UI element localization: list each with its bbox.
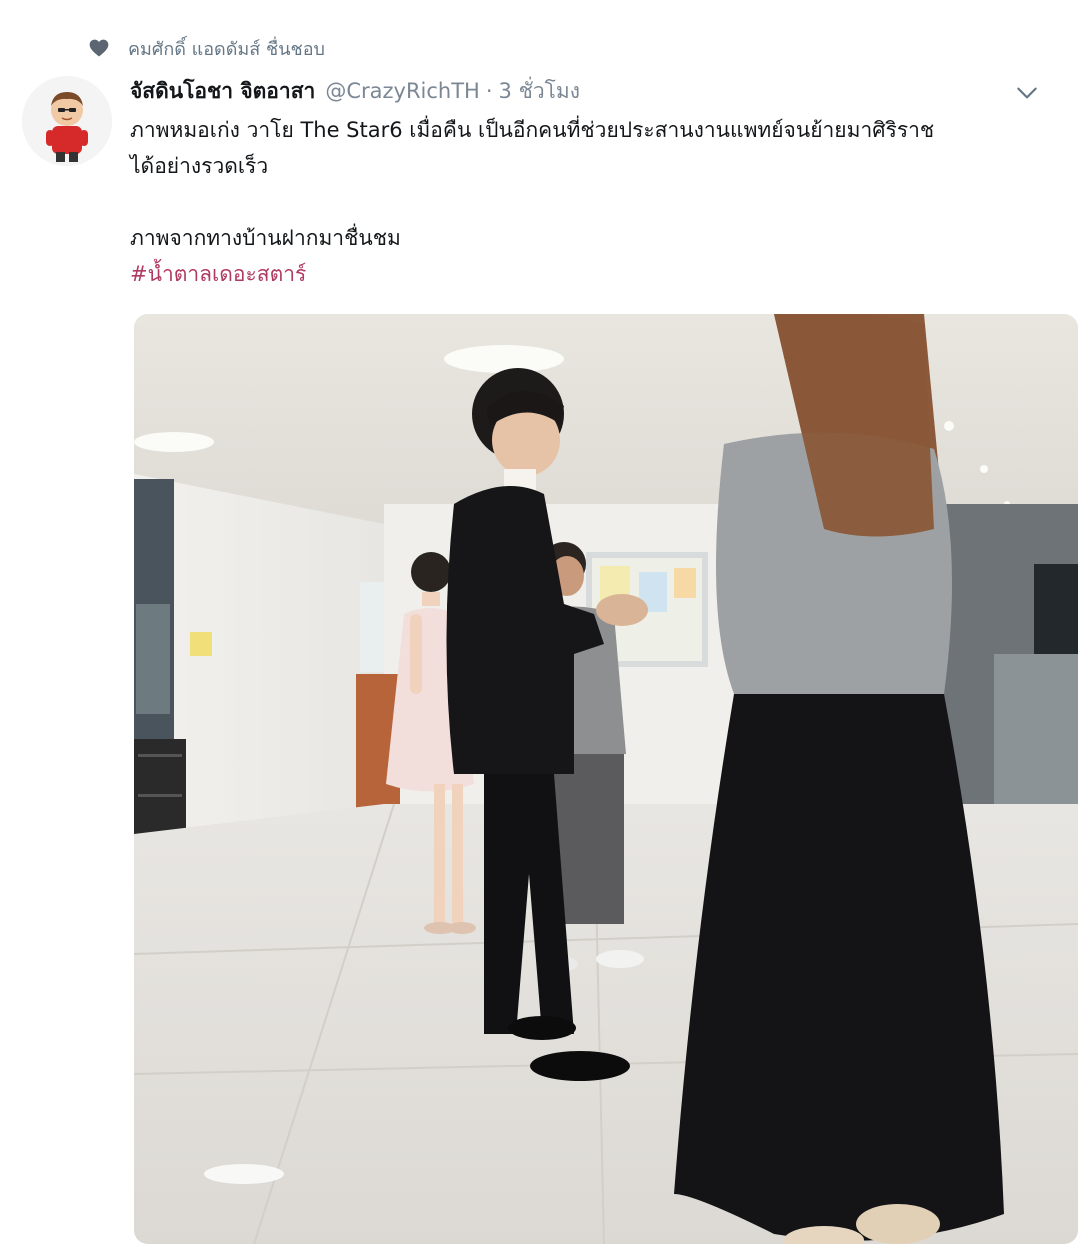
tweet-card: คมศักดิ์ แอดดัมส์ ชื่นชอบ จัสดินโอชา จิต… [0, 0, 1080, 1251]
tweet-text-line: ได้อย่างรวดเร็ว [130, 154, 269, 178]
tweet-header: จัสดินโอชา จิตอาสา @CrazyRichTH · 3 ชั่ว… [130, 74, 580, 108]
separator-dot: · [485, 79, 493, 103]
photo-image [134, 314, 1078, 1244]
chevron-down-icon[interactable] [1014, 80, 1040, 106]
timestamp[interactable]: 3 ชั่วโมง [499, 75, 580, 108]
tweet-text: ภาพหมอเก่ง วาโย The Star6 เมื่อคืน เป็นอ… [130, 112, 1060, 292]
heart-icon [89, 39, 109, 57]
liked-by-text: คมศักดิ์ แอดดัมส์ ชื่นชอบ [128, 38, 325, 60]
tweet-text-line: ภาพจากทางบ้านฝากมาชื่นชม [130, 226, 401, 250]
tweet-text-line: ภาพหมอเก่ง วาโย The Star6 เมื่อคืน เป็นอ… [130, 118, 935, 142]
display-name[interactable]: จัสดินโอชา จิตอาสา [130, 75, 315, 108]
avatar-cartoon-icon [22, 76, 112, 166]
tweet-photo[interactable] [134, 314, 1078, 1244]
liked-by-row[interactable]: คมศักดิ์ แอดดัมส์ ชื่นชอบ [88, 34, 325, 62]
avatar[interactable] [22, 76, 112, 166]
hashtag-link[interactable]: #น้ำตาลเดอะสตาร์ [130, 262, 306, 286]
user-handle[interactable]: @CrazyRichTH [325, 79, 480, 103]
